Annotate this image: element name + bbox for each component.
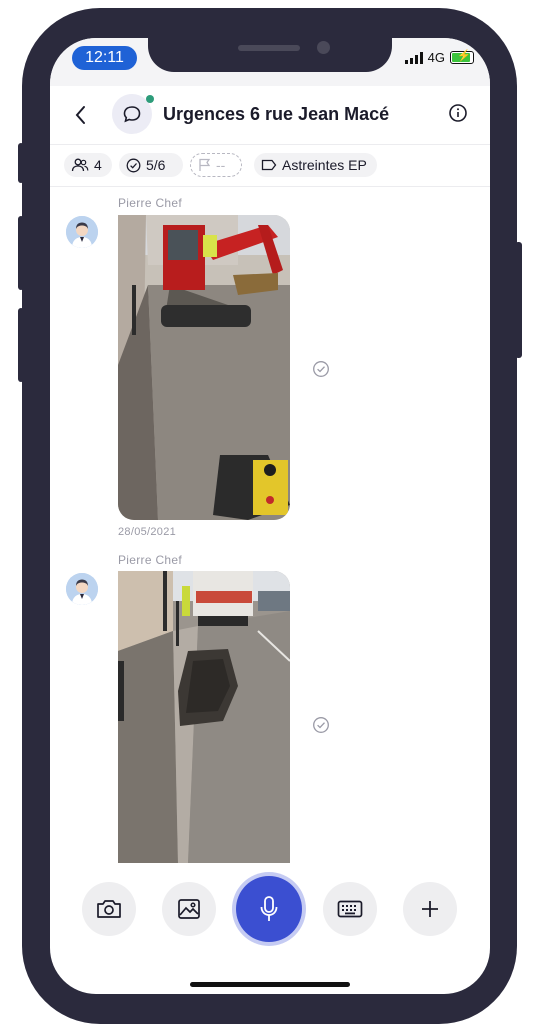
record-voice-button[interactable]: [236, 876, 302, 942]
chevron-left-icon[interactable]: [74, 105, 86, 130]
keyboard-button[interactable]: [323, 882, 377, 936]
volume-down-button: [18, 308, 24, 382]
status-indicators: 4G ⚡: [404, 50, 474, 65]
flag-chip[interactable]: --: [190, 153, 242, 177]
photo-excavator[interactable]: [118, 215, 290, 520]
users-icon: [71, 158, 89, 172]
add-button[interactable]: [403, 882, 457, 936]
status-time: 12:11: [72, 46, 137, 70]
photo-road-repair[interactable]: [118, 571, 290, 863]
plus-icon: [422, 901, 438, 917]
volume-up-button: [18, 216, 24, 290]
image-icon: [178, 899, 200, 919]
tag-icon: [261, 159, 277, 171]
signal-icon: [404, 51, 423, 64]
gallery-button[interactable]: [162, 882, 216, 936]
message-author: Pierre Chef: [118, 553, 182, 567]
label-chip[interactable]: Astreintes EP: [254, 153, 377, 177]
tasks-chip[interactable]: 5/6: [119, 153, 183, 177]
avatar[interactable]: [66, 216, 98, 248]
message-date: 28/05/2021: [118, 526, 177, 538]
keyboard-icon: [337, 900, 363, 918]
chat-title: Urgences 6 rue Jean Macé: [163, 104, 390, 124]
chat-meta-bar: 4 5/6 -- Astreintes EP: [50, 144, 490, 187]
battery-icon: ⚡: [450, 50, 474, 64]
network-type: 4G: [427, 50, 445, 65]
mute-switch: [18, 143, 24, 183]
composer-toolbar: [50, 870, 490, 950]
members-count: 4: [94, 157, 102, 173]
chat-header: Urgences 6 rue Jean Macé: [50, 86, 490, 145]
camera-icon: [97, 900, 121, 918]
speaker: [238, 45, 300, 51]
members-chip[interactable]: 4: [64, 153, 112, 177]
flag-icon: [199, 158, 211, 171]
power-button: [515, 242, 522, 358]
online-indicator: [146, 95, 154, 103]
label-name: Astreintes EP: [282, 157, 367, 173]
home-indicator[interactable]: [190, 982, 350, 987]
check-circle-icon: [312, 360, 330, 383]
message-author: Pierre Chef: [118, 196, 182, 210]
microphone-icon: [260, 896, 278, 921]
notch: [148, 38, 392, 72]
info-icon[interactable]: [448, 103, 468, 128]
screen: 12:11 4G ⚡ Urgences 6 rue Jean Macé 4 5/…: [50, 38, 490, 994]
avatar[interactable]: [66, 573, 98, 605]
flag-value: --: [216, 157, 226, 173]
check-circle-icon: [126, 158, 141, 172]
check-circle-icon: [312, 716, 330, 739]
tasks-count: 5/6: [146, 157, 166, 173]
front-camera: [317, 41, 330, 54]
camera-button[interactable]: [82, 882, 136, 936]
